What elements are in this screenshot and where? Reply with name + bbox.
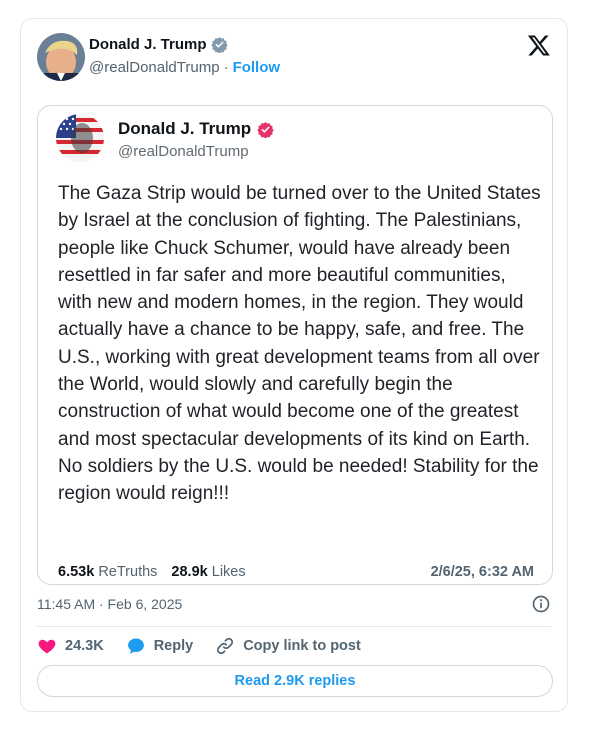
quoted-likes-count: 28.9k <box>171 564 208 580</box>
truth-verified-badge-icon <box>257 121 274 138</box>
embedded-post-card: Donald J. Trump @realDonaldTrump · Follow <box>20 18 568 712</box>
quoted-author-name: Donald J. Trump <box>118 119 252 138</box>
reply-label: Reply <box>153 638 194 654</box>
like-count: 24.3K <box>65 638 104 654</box>
quoted-author-name-row: Donald J. Trump <box>118 119 274 139</box>
author-name[interactable]: Donald J. Trump <box>89 36 207 53</box>
link-icon <box>217 637 234 655</box>
author-handle-row: @realDonaldTrump · Follow <box>89 59 280 76</box>
quoted-author-avatar <box>56 114 104 162</box>
reply-button[interactable]: Reply <box>126 636 194 656</box>
quoted-post-text: The Gaza Strip would be turned over to t… <box>58 183 541 505</box>
post-timestamp[interactable]: 11:45 AM · Feb 6, 2025 <box>37 596 182 612</box>
verified-badge-icon <box>210 37 228 53</box>
copy-link-label: Copy link to post <box>243 638 361 654</box>
speech-bubble-icon <box>127 638 144 654</box>
action-bar: 24.3K Reply Copy link to post <box>37 636 383 656</box>
quoted-likes-label: Likes <box>211 564 246 580</box>
retruths-stat: 6.53k ReTruths <box>58 564 157 580</box>
author-handle[interactable]: @realDonaldTrump <box>89 59 220 76</box>
retruths-count: 6.53k <box>58 564 95 580</box>
likes-stat: 28.9k Likes <box>171 564 245 580</box>
author-name-row: Donald J. Trump <box>89 36 228 53</box>
separator: · <box>223 59 229 76</box>
read-replies-button[interactable]: Read 2.9K replies <box>37 665 553 697</box>
follow-link[interactable]: Follow <box>233 59 281 76</box>
quoted-post[interactable]: Donald J. Trump @realDonaldTrump The Gaz… <box>37 105 553 585</box>
x-logo-icon[interactable] <box>527 33 551 57</box>
retruths-label: ReTruths <box>98 564 158 580</box>
divider <box>37 626 551 627</box>
author-avatar[interactable] <box>37 33 85 81</box>
heart-icon <box>38 639 56 654</box>
copy-link-button[interactable]: Copy link to post <box>215 636 361 656</box>
quoted-author-handle: @realDonaldTrump <box>118 143 249 160</box>
like-button[interactable]: 24.3K <box>37 636 104 656</box>
quoted-post-date: 2/6/25, 6:32 AM <box>430 564 534 580</box>
info-icon[interactable] <box>531 594 551 614</box>
quoted-post-stats: 6.53k ReTruths 28.9k Likes <box>58 564 246 580</box>
